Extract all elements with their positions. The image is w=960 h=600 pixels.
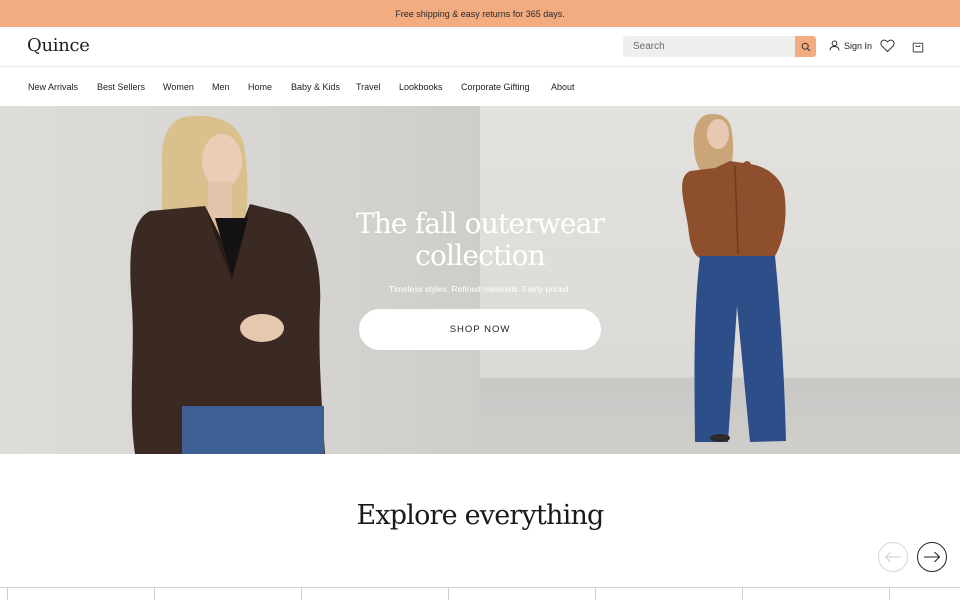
hero-subtitle: Timeless styles. Refined materials. Fair… <box>388 284 571 294</box>
main-nav: New Arrivals Best Sellers Women Men Home… <box>0 67 960 106</box>
sign-in-link[interactable]: Sign In <box>829 40 872 51</box>
site-header: Quince Sign In <box>0 27 960 67</box>
hero-banner[interactable]: The fall outerwear collection Timeless s… <box>0 106 960 454</box>
hero-title: The fall outerwear collection <box>330 208 630 272</box>
hero-copy: The fall outerwear collection <box>330 208 630 272</box>
carousel-next-button[interactable] <box>917 542 947 572</box>
nav-item-corporate-gifting[interactable]: Corporate Gifting <box>461 82 530 92</box>
hero-image-right <box>480 106 960 454</box>
search-input[interactable] <box>623 36 795 57</box>
hero-title-line-1: The fall outerwear <box>355 207 605 240</box>
category-carousel <box>0 587 960 600</box>
cart-button[interactable] <box>912 40 924 58</box>
user-icon <box>829 40 840 51</box>
wishlist-button[interactable] <box>880 39 895 58</box>
model-leather-blazer-image <box>130 115 325 454</box>
logo[interactable]: Quince <box>27 35 90 56</box>
arrow-left-icon <box>884 551 901 563</box>
nav-item-best-sellers[interactable]: Best Sellers <box>97 82 145 92</box>
explore-heading: Explore everything <box>356 500 604 531</box>
bag-icon <box>912 42 924 53</box>
search-icon <box>801 42 810 51</box>
nav-item-travel[interactable]: Travel <box>356 82 381 92</box>
model-brown-jacket-image <box>682 114 786 442</box>
nav-item-women[interactable]: Women <box>163 82 194 92</box>
nav-item-home[interactable]: Home <box>248 82 272 92</box>
category-card[interactable] <box>742 588 889 600</box>
shop-now-button[interactable]: SHOP NOW <box>359 309 601 350</box>
carousel-prev-button[interactable] <box>878 542 908 572</box>
category-card[interactable] <box>301 588 448 600</box>
category-card[interactable] <box>889 588 960 600</box>
nav-item-lookbooks[interactable]: Lookbooks <box>399 82 443 92</box>
sign-in-label: Sign In <box>844 40 873 51</box>
promo-banner: Free shipping & easy returns for 365 day… <box>0 0 960 27</box>
search-button[interactable] <box>795 36 816 57</box>
arrow-right-icon <box>924 551 941 563</box>
hero-title-line-2: collection <box>415 239 546 272</box>
nav-item-baby-kids[interactable]: Baby & Kids <box>291 82 340 92</box>
heart-icon <box>880 39 895 53</box>
nav-item-men[interactable]: Men <box>212 82 230 92</box>
category-card[interactable] <box>448 588 595 600</box>
category-card[interactable] <box>595 588 742 600</box>
nav-item-about[interactable]: About <box>551 82 575 92</box>
nav-item-new-arrivals[interactable]: New Arrivals <box>28 82 78 92</box>
category-card[interactable] <box>7 588 154 600</box>
search-bar <box>623 36 816 57</box>
hero-image-left <box>0 106 480 454</box>
category-card[interactable] <box>154 588 301 600</box>
promo-text: Free shipping & easy returns for 365 day… <box>395 8 565 19</box>
